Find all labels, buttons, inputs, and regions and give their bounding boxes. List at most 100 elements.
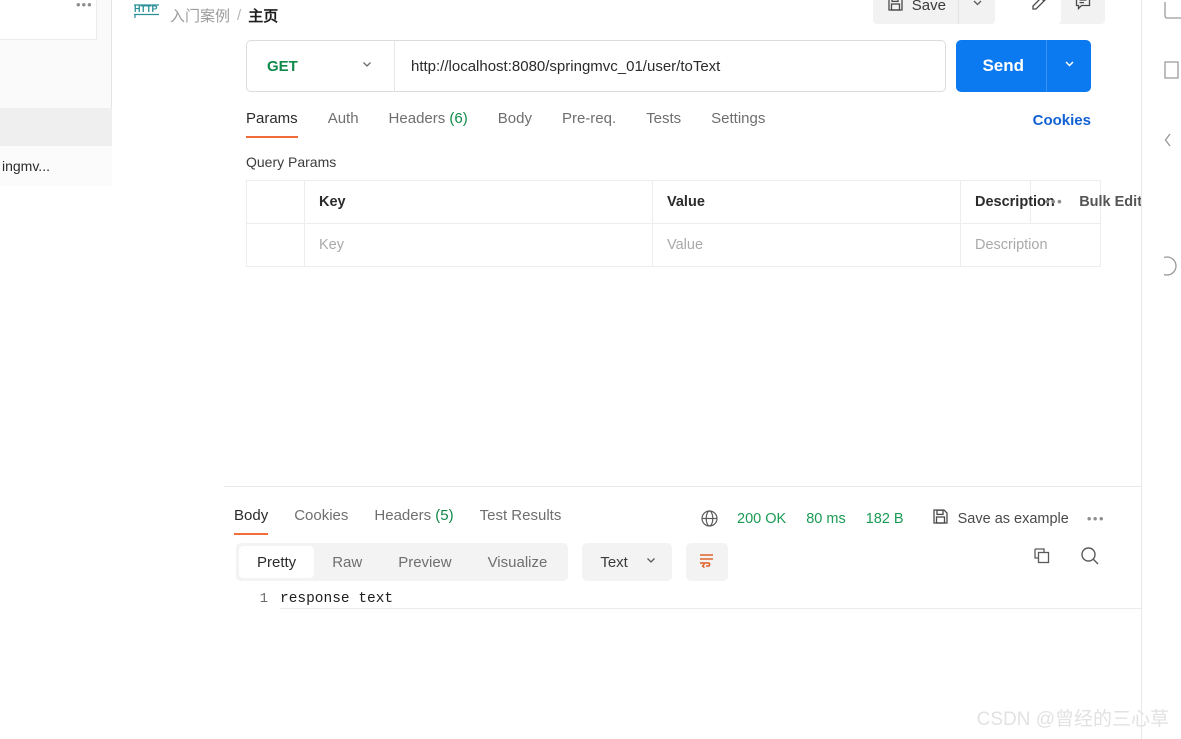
row-description-input[interactable]: Description: [960, 223, 1101, 267]
right-rail-collapse-icon[interactable]: [1164, 130, 1181, 150]
query-params-title: Query Params: [246, 154, 337, 170]
tab-settings[interactable]: Settings: [711, 110, 765, 138]
right-sidebar: [1141, 0, 1181, 739]
response-pane: Body Cookies Headers (5) Test Results 20…: [112, 487, 1181, 739]
method-label: GET: [267, 57, 298, 75]
cookies-link[interactable]: Cookies: [1033, 112, 1091, 129]
breadcrumb-collection[interactable]: 入门案例: [170, 5, 230, 26]
tab-params[interactable]: Params: [246, 110, 298, 138]
tab-auth[interactable]: Auth: [328, 110, 359, 138]
tab-headers-label: Headers: [388, 110, 446, 127]
save-dropdown-button[interactable]: [959, 0, 995, 24]
request-spacer: [112, 267, 1141, 486]
edit-request-button[interactable]: [1017, 0, 1061, 24]
response-body-viewer[interactable]: 1 response text: [112, 589, 1181, 739]
url-input[interactable]: [395, 41, 946, 91]
send-dropdown-button[interactable]: [1047, 40, 1091, 92]
comment-icon: [1074, 0, 1092, 17]
save-as-example-label: Save as example: [957, 510, 1069, 527]
response-tab-headers-label: Headers: [374, 507, 432, 524]
header-description: Description: [960, 180, 1055, 224]
right-rail-info-icon[interactable]: [1164, 255, 1181, 277]
globe-icon[interactable]: [700, 509, 719, 528]
response-status-bar: 200 OK 80 ms 182 B Save as example •••: [700, 508, 1105, 529]
search-icon: [1079, 547, 1101, 571]
tab-pre-request-label: Pre-req.: [561, 110, 617, 127]
body-toolbar-actions: [1032, 545, 1101, 572]
url-input-group: GET: [246, 40, 947, 92]
request-header: HTTP 入门案例 / 主页 Save: [112, 0, 1141, 30]
chevron-down-icon: [360, 57, 374, 76]
header-icon-group: [1017, 0, 1105, 24]
breadcrumb-separator: /: [237, 6, 242, 24]
breadcrumb-current[interactable]: 主页: [248, 5, 278, 26]
tab-auth-label: Auth: [327, 110, 359, 127]
tab-headers-count: (6): [449, 110, 468, 127]
copy-button[interactable]: [1032, 546, 1053, 572]
sidebar-item-collection[interactable]: ingmv...: [0, 146, 112, 186]
response-tab-cookies[interactable]: Cookies: [294, 507, 348, 535]
view-mode-visualize[interactable]: Visualize: [470, 546, 566, 578]
save-button-label: Save: [911, 0, 946, 14]
wrap-lines-button[interactable]: [685, 543, 728, 581]
table-header-row: Key Value Description ••• Bulk Edit: [246, 180, 1142, 224]
comment-button[interactable]: [1061, 0, 1105, 24]
floppy-disk-icon: [887, 0, 904, 16]
search-button[interactable]: [1079, 545, 1101, 572]
table-more-icon[interactable]: •••: [1045, 194, 1063, 209]
tab-tests-label: Tests: [646, 110, 682, 127]
url-bar: GET Send: [112, 30, 1141, 92]
response-tab-body[interactable]: Body: [234, 507, 269, 535]
save-as-example-button[interactable]: Save as example: [932, 508, 1069, 529]
sidebar-more-icon[interactable]: •••: [76, 0, 93, 11]
sidebar-item-label: ingmv...: [2, 158, 50, 174]
table-row[interactable]: Key Value Description: [246, 223, 1101, 267]
tab-settings-label: Settings: [711, 110, 766, 127]
response-tab-headers-count: (5): [435, 507, 454, 524]
line-number: 1: [259, 591, 268, 607]
http-icon: HTTP: [134, 3, 160, 19]
copy-icon: [1032, 547, 1053, 571]
right-rail-doc-icon[interactable]: [1164, 60, 1181, 80]
response-tab-body-label: Body: [234, 507, 269, 524]
chevron-down-icon: [1062, 56, 1077, 76]
view-mode-raw[interactable]: Raw: [314, 546, 380, 578]
status-code: 200 OK: [737, 510, 787, 527]
response-time: 80 ms: [806, 510, 846, 527]
save-button[interactable]: Save: [873, 0, 959, 24]
tab-body[interactable]: Body: [498, 110, 532, 138]
send-button[interactable]: Send: [956, 40, 1047, 92]
row-key-input[interactable]: Key: [304, 223, 653, 267]
main-content: HTTP 入门案例 / 主页 Save GET http://localhost…: [112, 0, 1181, 739]
sidebar-empty-area: [0, 186, 112, 739]
method-selector[interactable]: GET: [247, 41, 395, 91]
bulk-edit-button[interactable]: Bulk Edit: [1079, 194, 1142, 210]
view-mode-group: Pretty Raw Preview Visualize: [236, 543, 569, 581]
right-rail-panel-icon[interactable]: [1164, 2, 1181, 22]
tab-params-label: Params: [246, 110, 298, 127]
response-tab-headers[interactable]: Headers (5): [374, 507, 453, 535]
response-body-line: response text: [280, 589, 1181, 609]
tab-pre-request[interactable]: Pre-req.: [562, 110, 616, 138]
response-tabs: Body Cookies Headers (5) Test Results 20…: [112, 487, 1141, 535]
response-tab-test-results[interactable]: Test Results: [480, 507, 562, 535]
header-checkbox-cell: [246, 180, 305, 224]
sidebar-divider: [0, 108, 112, 146]
pencil-icon: [1030, 0, 1048, 17]
response-body-toolbar: Pretty Raw Preview Visualize Text: [112, 535, 1141, 589]
format-label: Text: [600, 553, 628, 571]
response-size: 182 B: [865, 510, 904, 527]
view-mode-preview[interactable]: Preview: [380, 546, 469, 578]
view-mode-pretty[interactable]: Pretty: [239, 546, 315, 578]
floppy-disk-icon: [932, 508, 949, 529]
row-value-input[interactable]: Value: [652, 223, 961, 267]
tab-headers[interactable]: Headers (6): [389, 110, 468, 138]
row-checkbox-cell[interactable]: [246, 223, 305, 267]
response-more-icon[interactable]: •••: [1087, 511, 1105, 526]
tab-body-label: Body: [497, 110, 532, 127]
tab-tests[interactable]: Tests: [646, 110, 681, 138]
postman-window: ••• ingmv... HTTP 入门案例 / 主页 Save GET htt…: [0, 0, 1181, 739]
wrap-lines-icon: [697, 550, 716, 574]
format-selector[interactable]: Text: [582, 543, 672, 581]
response-tab-test-results-label: Test Results: [479, 507, 562, 524]
